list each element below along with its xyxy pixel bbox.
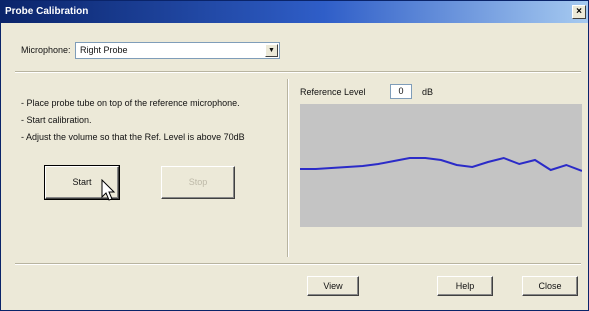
level-graph — [300, 104, 582, 227]
top-divider — [15, 71, 581, 73]
reference-level-field: 0 — [390, 84, 412, 99]
microphone-value: Right Probe — [80, 45, 128, 55]
chevron-down-icon[interactable]: ▼ — [265, 44, 278, 57]
stop-button: Stop — [161, 166, 235, 199]
close-icon[interactable]: × — [572, 5, 586, 19]
close-button[interactable]: Close — [522, 276, 578, 296]
instruction-2: - Start calibration. — [21, 115, 92, 125]
bottom-divider — [15, 263, 581, 265]
instructions-list: - Place probe tube on top of the referen… — [21, 95, 245, 146]
reference-level-unit: dB — [422, 87, 434, 97]
help-button[interactable]: Help — [437, 276, 493, 296]
microphone-label: Microphone: — [21, 45, 71, 55]
level-trace — [300, 156, 582, 172]
instruction-3: - Adjust the volume so that the Ref. Lev… — [21, 132, 245, 142]
mouse-pointer-icon — [101, 179, 116, 201]
title-bar[interactable]: Probe Calibration × — [1, 1, 588, 23]
instruction-1: - Place probe tube on top of the referen… — [21, 98, 240, 108]
window-title: Probe Calibration — [5, 6, 89, 17]
view-button[interactable]: View — [307, 276, 359, 296]
microphone-select[interactable]: Right Probe ▼ — [75, 42, 280, 59]
panel-divider — [287, 79, 289, 257]
reference-level-label: Reference Level — [300, 87, 366, 97]
probe-calibration-dialog: Probe Calibration × Microphone: Right Pr… — [0, 0, 589, 311]
